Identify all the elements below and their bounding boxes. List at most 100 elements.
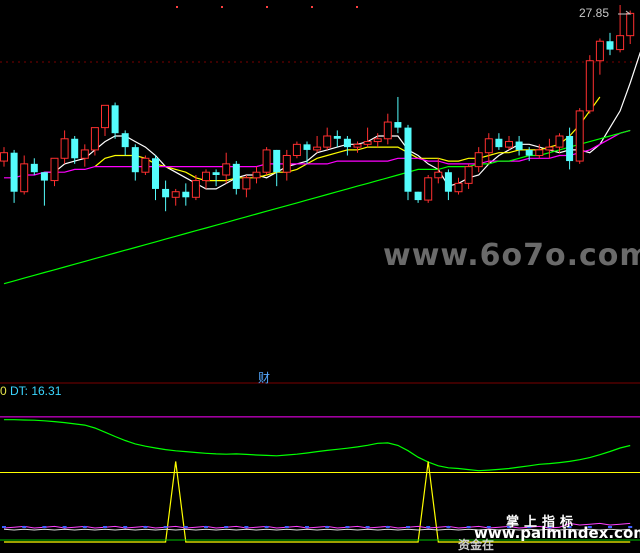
candle-body-down: [131, 147, 139, 173]
top-dot: [311, 6, 313, 8]
candle-body-up: [50, 157, 59, 182]
candle-body-up: [282, 154, 291, 173]
candle-body-down: [232, 163, 240, 189]
bottom-trace-blue: [345, 526, 350, 528]
candle-body-down: [343, 138, 351, 148]
candle-body-up: [454, 182, 463, 193]
bottom-trace-blue: [204, 526, 208, 528]
candle-body-up: [313, 146, 322, 151]
candle-body-down: [495, 138, 503, 148]
candlesticks: [0, 5, 635, 212]
candle-body-up: [373, 138, 382, 143]
candle-body-down: [111, 105, 119, 134]
bottom-trace-blue: [264, 526, 269, 528]
candle-body-up: [363, 141, 372, 145]
bottom-trace-blue: [305, 526, 309, 528]
candle-body-up: [90, 127, 99, 151]
candle-body-up: [191, 180, 200, 198]
candle-body-down: [273, 149, 281, 173]
bottom-trace-blue: [325, 526, 330, 528]
candle-body-up: [484, 138, 493, 154]
top-dot: [266, 6, 268, 8]
indicator-line-green: [4, 419, 631, 472]
bottom-trace-blue: [62, 526, 67, 528]
candle-body-down: [333, 135, 341, 139]
candle-body-up: [353, 143, 362, 148]
candle-body-up: [262, 149, 271, 173]
bottom-trace-blue: [163, 526, 168, 528]
candle-body-up: [575, 110, 584, 162]
bottom-trace-blue: [22, 526, 27, 528]
bottom-trace-blue: [82, 526, 87, 528]
candle-body-up: [474, 152, 483, 168]
bottom-trace-blue: [224, 526, 229, 528]
candle-body-down: [162, 188, 170, 198]
top-dot: [176, 6, 178, 8]
candle-body-down: [30, 163, 38, 173]
candle-body-up: [292, 143, 301, 156]
indicator-value-label: DT: 16.31: [10, 384, 62, 398]
candle-body-up: [101, 104, 109, 129]
candle-body-down: [182, 191, 190, 198]
bottom-trace-blue: [284, 526, 289, 528]
price-high-label: 27.85: [579, 6, 610, 20]
indicator-prefix: 0: [0, 384, 7, 398]
candle-body-down: [121, 133, 129, 148]
candle-body-down: [40, 172, 48, 181]
bottom-trace-blue: [183, 526, 188, 528]
stock-chart: [0, 5, 640, 543]
candle-body-up: [60, 138, 69, 159]
bottom-trace-blue: [123, 526, 128, 528]
bottom-trace-blue: [446, 526, 451, 528]
site-watermark: www.6o7o.com: [383, 238, 640, 273]
bottom-trace-blue: [365, 526, 370, 528]
candle-body-up: [464, 166, 473, 184]
candle-body-up: [141, 157, 150, 173]
candle-body-up: [545, 146, 554, 151]
candle-body-up: [20, 163, 29, 193]
candle-body-down: [414, 191, 422, 201]
footer-watermark: 资金在: [458, 538, 495, 552]
top-marker-dots: [176, 6, 358, 8]
candle-body-up: [505, 141, 513, 148]
bottom-trace-blue: [385, 526, 390, 528]
candle-body-down: [444, 172, 452, 192]
upper-cut-label: 财: [258, 371, 271, 385]
site-small-watermark: www.palmindex.com: [474, 524, 640, 542]
candle-body-up: [535, 149, 544, 156]
candle-body-down: [10, 152, 18, 192]
top-dot: [356, 6, 358, 8]
bottom-trace-blue: [42, 526, 47, 528]
candle-body-up: [242, 177, 251, 190]
candle-body-up: [585, 60, 594, 112]
candle-body-up: [595, 40, 604, 62]
candle-body-down: [566, 135, 574, 162]
candle-body-down: [606, 41, 614, 50]
candle-body-up: [222, 163, 231, 176]
candle-body-up: [0, 152, 8, 162]
bottom-trace-blue: [244, 526, 249, 528]
candle-body-down: [71, 138, 79, 159]
candle-body-up: [323, 135, 332, 148]
bottom-trace-blue: [2, 526, 6, 528]
candle-body-up: [616, 35, 625, 51]
bottom-trace-blue: [466, 526, 471, 528]
bottom-trace-blue: [143, 526, 148, 528]
candle-body-up: [434, 171, 443, 179]
bottom-trace-blue: [103, 526, 107, 528]
candle-body-up: [626, 12, 635, 37]
candle-body-down: [152, 158, 159, 189]
candle-body-up: [202, 171, 210, 182]
bottom-trace-blue: [406, 526, 410, 528]
candle-body-up: [80, 149, 89, 159]
candle-body-down: [404, 127, 412, 192]
candle-body-up: [171, 191, 180, 198]
candle-body-up: [424, 177, 433, 201]
candle-body-down: [515, 141, 523, 150]
candle-body-up: [252, 171, 261, 179]
bottom-trace-blue: [426, 526, 431, 528]
candle-body-down: [212, 172, 220, 175]
candle-body-down: [303, 144, 311, 150]
candle-body-down: [394, 122, 402, 128]
candle-body-up: [383, 121, 392, 140]
